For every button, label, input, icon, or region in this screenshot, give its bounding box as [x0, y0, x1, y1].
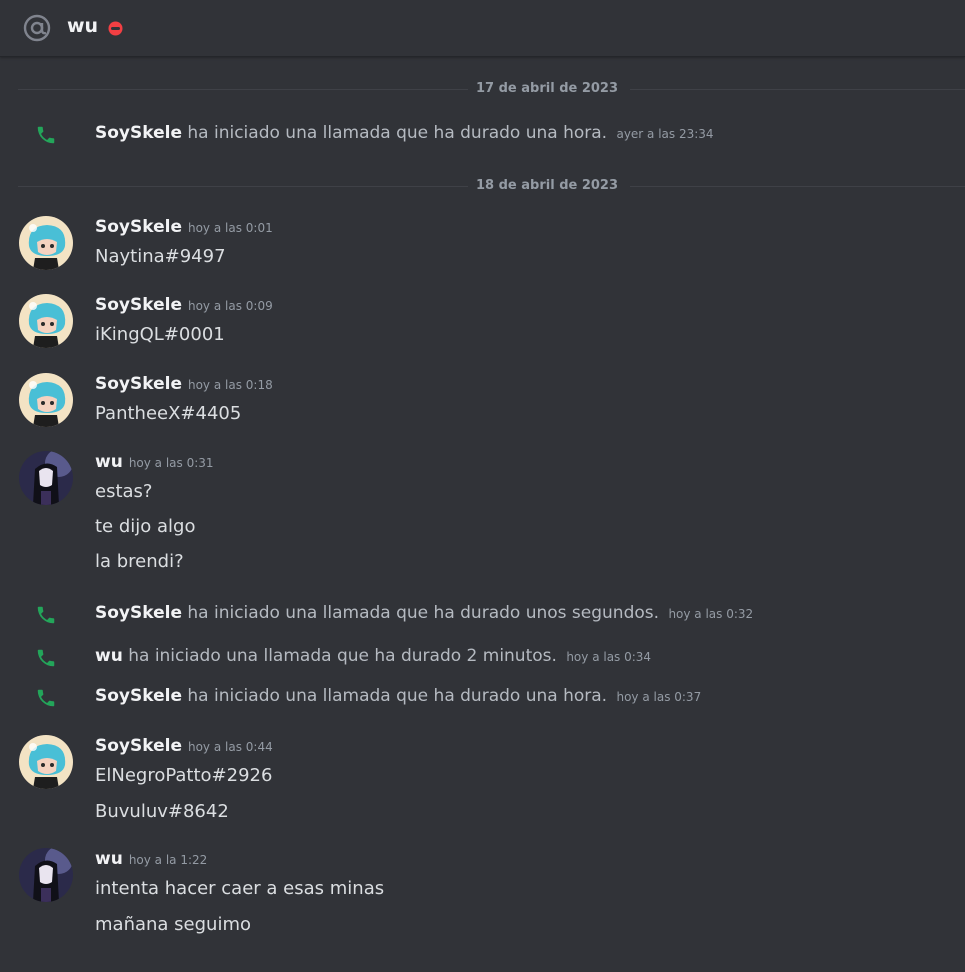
- author-name[interactable]: wu: [95, 849, 123, 869]
- date-divider: 18 de abril de 2023: [18, 177, 965, 197]
- call-description: ha iniciado una llamada que ha durado un…: [187, 686, 608, 706]
- author-name[interactable]: SoySkele: [95, 217, 182, 237]
- message-author[interactable]: SoySkele hoy a las 0:09: [95, 295, 273, 315]
- do-not-disturb-status-icon: [108, 21, 123, 36]
- message-timestamp[interactable]: hoy a las 0:01: [188, 221, 273, 235]
- call-event: SoySkele ha iniciado una llamada que ha …: [0, 684, 965, 714]
- message-timestamp[interactable]: hoy a las 0:09: [188, 299, 273, 313]
- phone-icon: [37, 649, 55, 667]
- message-timestamp[interactable]: hoy a las 0:44: [188, 740, 273, 754]
- avatar[interactable]: [19, 451, 73, 505]
- message-author[interactable]: SoySkele hoy a las 0:01: [95, 217, 273, 237]
- message-text: la brendi?: [95, 551, 184, 572]
- message-text: estas?: [95, 481, 153, 502]
- call-author[interactable]: SoySkele: [95, 123, 182, 143]
- avatar[interactable]: [19, 294, 73, 348]
- call-description: ha iniciado una llamada que ha durado un…: [187, 603, 660, 623]
- message-author[interactable]: SoySkele hoy a las 0:44: [95, 736, 273, 756]
- call-description: ha iniciado una llamada que ha durado un…: [187, 123, 608, 143]
- message-text: PantheeX#4405: [95, 403, 242, 424]
- call-timestamp[interactable]: hoy a las 0:32: [668, 607, 753, 621]
- date-divider: 17 de abril de 2023: [18, 80, 965, 100]
- phone-icon: [37, 126, 55, 144]
- call-timestamp[interactable]: hoy a las 0:37: [616, 690, 701, 704]
- message-author[interactable]: wu hoy a las 0:31: [95, 452, 214, 472]
- author-name[interactable]: SoySkele: [95, 736, 182, 756]
- message-text: intenta hacer caer a esas minas: [95, 878, 385, 899]
- message-text: mañana seguimo: [95, 914, 251, 935]
- call-event: SoySkele ha iniciado una llamada que ha …: [0, 601, 965, 631]
- date-divider-label: 18 de abril de 2023: [476, 178, 619, 193]
- message-text: ElNegroPatto#2926: [95, 765, 273, 786]
- message-timestamp[interactable]: hoy a las 0:18: [188, 378, 273, 392]
- call-timestamp[interactable]: ayer a las 23:34: [616, 127, 713, 141]
- author-name[interactable]: SoySkele: [95, 295, 182, 315]
- message-text: iKingQL#0001: [95, 324, 225, 345]
- message-author[interactable]: wu hoy a la 1:22: [95, 849, 207, 869]
- call-author[interactable]: SoySkele: [95, 686, 182, 706]
- avatar[interactable]: [19, 216, 73, 270]
- channel-header: wu: [0, 0, 965, 57]
- message-timestamp[interactable]: hoy a las 0:31: [129, 456, 214, 470]
- phone-icon: [37, 606, 55, 624]
- date-divider-label: 17 de abril de 2023: [476, 81, 619, 96]
- avatar[interactable]: [19, 373, 73, 427]
- dm-username[interactable]: wu: [67, 15, 98, 37]
- call-description: ha iniciado una llamada que ha durado 2 …: [128, 646, 557, 666]
- at-sign-icon: [23, 14, 51, 42]
- avatar[interactable]: [19, 848, 73, 902]
- author-name[interactable]: SoySkele: [95, 374, 182, 394]
- call-timestamp[interactable]: hoy a las 0:34: [566, 650, 651, 664]
- call-author[interactable]: SoySkele: [95, 603, 182, 623]
- avatar[interactable]: [19, 735, 73, 789]
- message-text: te dijo algo: [95, 516, 196, 537]
- call-author[interactable]: wu: [95, 646, 123, 666]
- message-timestamp[interactable]: hoy a la 1:22: [129, 853, 207, 867]
- call-event: SoySkele ha iniciado una llamada que ha …: [0, 121, 965, 151]
- message-text: Buvuluv#8642: [95, 801, 229, 822]
- message-author[interactable]: SoySkele hoy a las 0:18: [95, 374, 273, 394]
- phone-icon: [37, 689, 55, 707]
- author-name[interactable]: wu: [95, 452, 123, 472]
- message-text: Naytina#9497: [95, 246, 226, 267]
- call-event: wu ha iniciado una llamada que ha durado…: [0, 644, 965, 674]
